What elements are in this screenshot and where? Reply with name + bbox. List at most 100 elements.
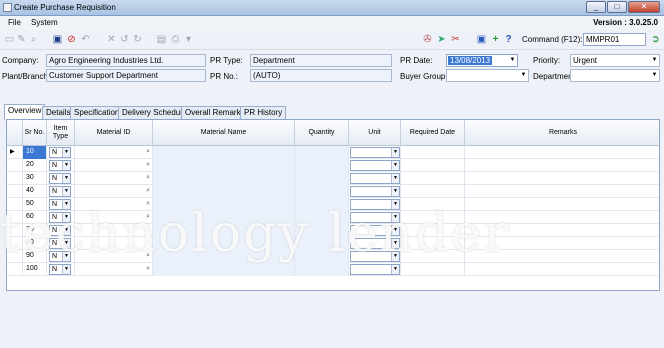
quantity-cell[interactable] [295, 159, 349, 172]
item-type-select[interactable]: N ▼ [49, 199, 71, 210]
unit-cell[interactable]: ▼ [349, 146, 401, 159]
tab-specification[interactable]: Specification [70, 106, 124, 119]
material-name-cell[interactable] [153, 263, 295, 276]
sr-no-cell[interactable]: 100 [23, 263, 47, 276]
sr-no-cell[interactable]: 30 [23, 172, 47, 185]
add-icon[interactable]: + [490, 34, 501, 45]
row-selector[interactable]: ▶ [7, 146, 23, 159]
items-grid[interactable]: Sr No. Item Type Material ID Material Na… [6, 119, 660, 291]
unit-select[interactable]: ▼ [350, 173, 400, 184]
new-icon[interactable]: ▭ [4, 34, 15, 45]
lookup-icon[interactable]: ⌕ [146, 146, 150, 158]
col-sr-no[interactable]: Sr No. [23, 120, 47, 146]
pr-no-field[interactable]: (AUTO) [250, 69, 392, 82]
item-type-select[interactable]: N ▼ [49, 251, 71, 262]
required-date-cell[interactable] [401, 172, 465, 185]
col-unit[interactable]: Unit [349, 120, 401, 146]
help-icon[interactable]: ? [503, 34, 514, 45]
chevron-down-icon[interactable]: ▼ [62, 265, 70, 274]
chevron-down-icon[interactable]: ▼ [391, 265, 399, 274]
quantity-cell[interactable] [295, 224, 349, 237]
print-options-icon[interactable]: ▾ [183, 34, 194, 45]
sr-no-cell[interactable]: 70 [23, 224, 47, 237]
unit-cell[interactable]: ▼ [349, 185, 401, 198]
sr-no-cell[interactable]: 20 [23, 159, 47, 172]
row-selector[interactable] [7, 198, 23, 211]
sr-no-cell[interactable]: 40 [23, 185, 47, 198]
chevron-down-icon[interactable]: ▼ [391, 161, 399, 170]
material-name-cell[interactable] [153, 185, 295, 198]
chevron-down-icon[interactable]: ▼ [391, 200, 399, 209]
delete-icon[interactable]: ✕ [106, 34, 117, 45]
material-name-cell[interactable] [153, 211, 295, 224]
unit-cell[interactable]: ▼ [349, 263, 401, 276]
table-row[interactable]: 30 N ▼ ⌕ ▼ [7, 172, 659, 185]
material-name-cell[interactable] [153, 146, 295, 159]
lookup-icon[interactable]: ⌕ [146, 263, 150, 275]
item-type-select[interactable]: N ▼ [49, 212, 71, 223]
lookup-icon[interactable]: ⌕ [146, 159, 150, 171]
material-name-cell[interactable] [153, 250, 295, 263]
unit-select[interactable]: ▼ [350, 251, 400, 262]
unit-cell[interactable]: ▼ [349, 198, 401, 211]
lookup-icon[interactable]: ⌕ [146, 237, 150, 249]
lookup-icon[interactable]: ⌕ [146, 250, 150, 262]
table-row[interactable]: 100 N ▼ ⌕ ▼ [7, 263, 659, 276]
command-input[interactable]: MMPR01 [583, 33, 646, 46]
unit-select[interactable]: ▼ [350, 238, 400, 249]
unit-select[interactable]: ▼ [350, 212, 400, 223]
unit-cell[interactable]: ▼ [349, 211, 401, 224]
unit-select[interactable]: ▼ [350, 264, 400, 275]
material-id-cell[interactable]: ⌕ [75, 159, 153, 172]
required-date-cell[interactable] [401, 198, 465, 211]
chevron-down-icon[interactable]: ▼ [62, 213, 70, 222]
buyer-group-select[interactable]: ▼ [446, 69, 529, 82]
cancel-icon[interactable]: ⊘ [66, 34, 77, 45]
chevron-down-icon[interactable]: ▼ [519, 70, 528, 81]
chevron-down-icon[interactable]: ▼ [391, 239, 399, 248]
col-quantity[interactable]: Quantity [295, 120, 349, 146]
row-selector[interactable] [7, 224, 23, 237]
remarks-cell[interactable] [465, 237, 659, 250]
sr-no-cell[interactable]: 80 [23, 237, 47, 250]
required-date-cell[interactable] [401, 224, 465, 237]
quantity-cell[interactable] [295, 172, 349, 185]
required-date-cell[interactable] [401, 237, 465, 250]
col-remarks[interactable]: Remarks [465, 120, 659, 146]
lookup-icon[interactable]: ⌕ [146, 172, 150, 184]
item-type-cell[interactable]: N ▼ [47, 146, 75, 159]
material-name-cell[interactable] [153, 172, 295, 185]
item-type-cell[interactable]: N ▼ [47, 224, 75, 237]
pr-type-field[interactable]: Department [250, 54, 392, 67]
required-date-cell[interactable] [401, 250, 465, 263]
material-name-cell[interactable] [153, 159, 295, 172]
tab-pr-history[interactable]: PR History [240, 106, 287, 119]
item-type-select[interactable]: N ▼ [49, 238, 71, 249]
table-row[interactable]: 90 N ▼ ⌕ ▼ [7, 250, 659, 263]
undo-icon[interactable]: ↶ [80, 34, 91, 45]
table-row[interactable]: 70 N ▼ ⌕ ▼ [7, 224, 659, 237]
quantity-cell[interactable] [295, 237, 349, 250]
material-id-cell[interactable]: ⌕ [75, 185, 153, 198]
sr-no-cell[interactable]: 50 [23, 198, 47, 211]
material-id-cell[interactable]: ⌕ [75, 224, 153, 237]
material-id-cell[interactable]: ⌕ [75, 263, 153, 276]
item-type-select[interactable]: N ▼ [49, 173, 71, 184]
item-type-cell[interactable]: N ▼ [47, 237, 75, 250]
sr-no-cell[interactable]: 90 [23, 250, 47, 263]
material-id-cell[interactable]: ⌕ [75, 211, 153, 224]
unit-select[interactable]: ▼ [350, 186, 400, 197]
item-type-cell[interactable]: N ▼ [47, 172, 75, 185]
plant-field[interactable]: Customer Support Department [46, 69, 206, 82]
window-icon[interactable]: ▣ [476, 34, 487, 45]
report-icon[interactable]: ▤ [156, 34, 167, 45]
remarks-cell[interactable] [465, 250, 659, 263]
refresh-icon[interactable]: ↻ [132, 34, 143, 45]
menu-system[interactable]: System [31, 18, 58, 27]
lookup-icon[interactable]: ⌕ [146, 185, 150, 197]
remarks-cell[interactable] [465, 159, 659, 172]
calendar-dropdown-icon[interactable]: ▼ [508, 55, 517, 66]
quantity-cell[interactable] [295, 211, 349, 224]
quantity-cell[interactable] [295, 185, 349, 198]
material-name-cell[interactable] [153, 198, 295, 211]
